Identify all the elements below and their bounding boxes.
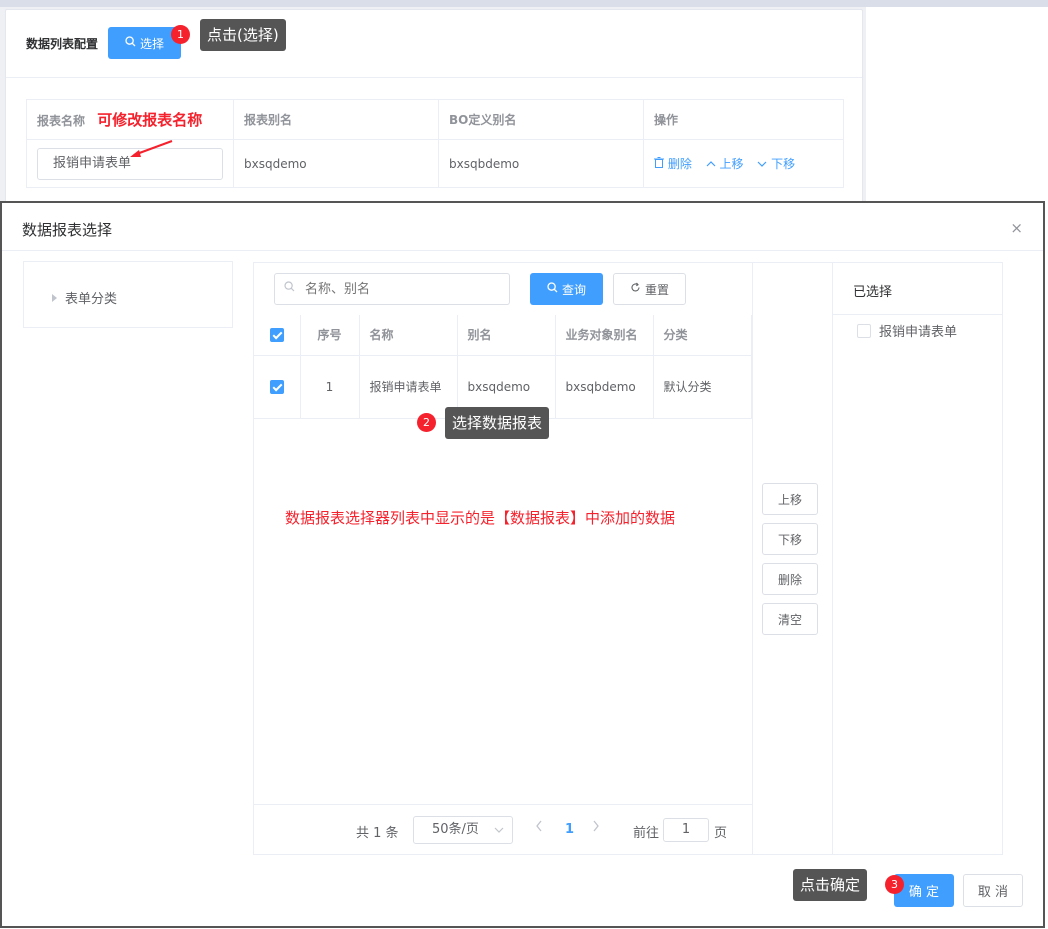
arrow-annotation (130, 140, 173, 157)
col-actions: 操作 (643, 99, 844, 140)
step1-badge: 1 (171, 25, 190, 44)
chevron-down-icon (757, 157, 771, 171)
pagination: 共 1 条 50条/页 1 前往 1 页 (254, 804, 752, 855)
bo-alias-cell: bxsqbdemo (438, 139, 644, 188)
reset-button[interactable]: 重置 (613, 273, 686, 305)
cancel-button[interactable]: 取 消 (963, 874, 1023, 907)
move-down-button[interactable]: 下移 (762, 523, 818, 555)
page-right-area (866, 7, 1048, 202)
query-button[interactable]: 查询 (530, 273, 603, 305)
row-checkbox[interactable] (269, 380, 284, 394)
close-icon[interactable]: × (1010, 219, 1023, 237)
goto-label: 前往 (633, 826, 660, 841)
prev-page-icon[interactable] (535, 820, 543, 836)
col-name: 名称 (359, 315, 458, 356)
col-bo-alias: 业务对象别名 (555, 315, 654, 356)
col-index: 序号 (300, 315, 360, 356)
step2-tooltip: 选择数据报表 (445, 407, 550, 439)
delete-link[interactable]: 删除 (654, 157, 696, 171)
top-bar (0, 0, 1048, 7)
col-alias: 别名 (457, 315, 556, 356)
col-report-alias: 报表别名 (233, 99, 439, 140)
search-input[interactable] (274, 273, 510, 305)
step3-badge: 3 (885, 875, 904, 894)
move-down-link[interactable]: 下移 (757, 157, 795, 171)
chevron-down-icon (494, 817, 504, 853)
chevron-up-icon (706, 157, 720, 171)
card-title: 数据列表配置 (26, 37, 99, 51)
col-report-name: 报表名称 可修改报表名称 (26, 99, 234, 140)
total-count: 共 1 条 (356, 826, 399, 841)
clear-button[interactable]: 清空 (762, 603, 818, 635)
col-bo-alias: BO定义别名 (438, 99, 644, 140)
selected-panel: 已选择 报销申请表单 (832, 262, 1003, 855)
list-note-annotation: 数据报表选择器列表中显示的是【数据报表】中添加的数据 (285, 509, 676, 527)
select-button[interactable]: 选择 (108, 27, 181, 59)
tree-item-form-category[interactable]: 表单分类 (52, 288, 117, 307)
goto-page-input[interactable]: 1 (663, 818, 709, 842)
selected-item[interactable]: 报销申请表单 (857, 321, 957, 340)
move-up-link[interactable]: 上移 (706, 157, 748, 171)
search-icon (284, 281, 295, 295)
page-size-select[interactable]: 50条/页 (413, 816, 513, 844)
confirm-button[interactable]: 确 定 (894, 874, 954, 907)
delete-button[interactable]: 删除 (762, 563, 818, 595)
step1-tooltip: 点击(选择) (200, 19, 286, 51)
col-category: 分类 (653, 315, 752, 356)
report-select-dialog: 数据报表选择 × 表单分类 查询 重置 (0, 201, 1045, 928)
category-tree: 表单分类 (23, 261, 233, 328)
report-alias-cell: bxsqdemo (233, 139, 439, 188)
row-category: 默认分类 (653, 355, 752, 419)
step2-badge: 2 (417, 413, 436, 432)
dialog-header: 数据报表选择 × (2, 203, 1043, 251)
caret-right-icon (52, 293, 57, 302)
selected-title: 已选择 (833, 263, 1002, 315)
page-label: 页 (714, 826, 728, 841)
current-page[interactable]: 1 (565, 822, 574, 837)
select-all-checkbox[interactable] (269, 328, 284, 342)
trash-icon (654, 157, 668, 171)
name-note-annotation: 可修改报表名称 (97, 111, 203, 129)
step3-tooltip: 点击确定 (793, 869, 868, 901)
selected-item-checkbox[interactable] (857, 323, 871, 338)
row-index: 1 (300, 355, 360, 419)
search-icon (125, 36, 136, 50)
row-name: 报销申请表单 (359, 355, 458, 419)
move-up-button[interactable]: 上移 (762, 483, 818, 515)
data-list-config-card: 数据列表配置 选择 报表名称 可修改报表名称 报表别名 BO定义别名 操作 报销… (5, 9, 863, 209)
refresh-icon (630, 282, 641, 296)
divider (6, 77, 862, 78)
row-bo-alias: bxsqbdemo (555, 355, 654, 419)
report-list-panel: 查询 重置 序号 名称 别名 业务对象别名 分类 (253, 262, 753, 855)
search-icon (547, 282, 558, 296)
dialog-title: 数据报表选择 (22, 221, 113, 239)
order-buttons-column: 上移 下移 删除 清空 (753, 262, 833, 855)
select-button-label: 选择 (139, 36, 164, 51)
next-page-icon[interactable] (592, 820, 600, 836)
report-list-table: 序号 名称 别名 业务对象别名 分类 1 报销申请表单 bxsqdemo bxs… (254, 315, 752, 419)
